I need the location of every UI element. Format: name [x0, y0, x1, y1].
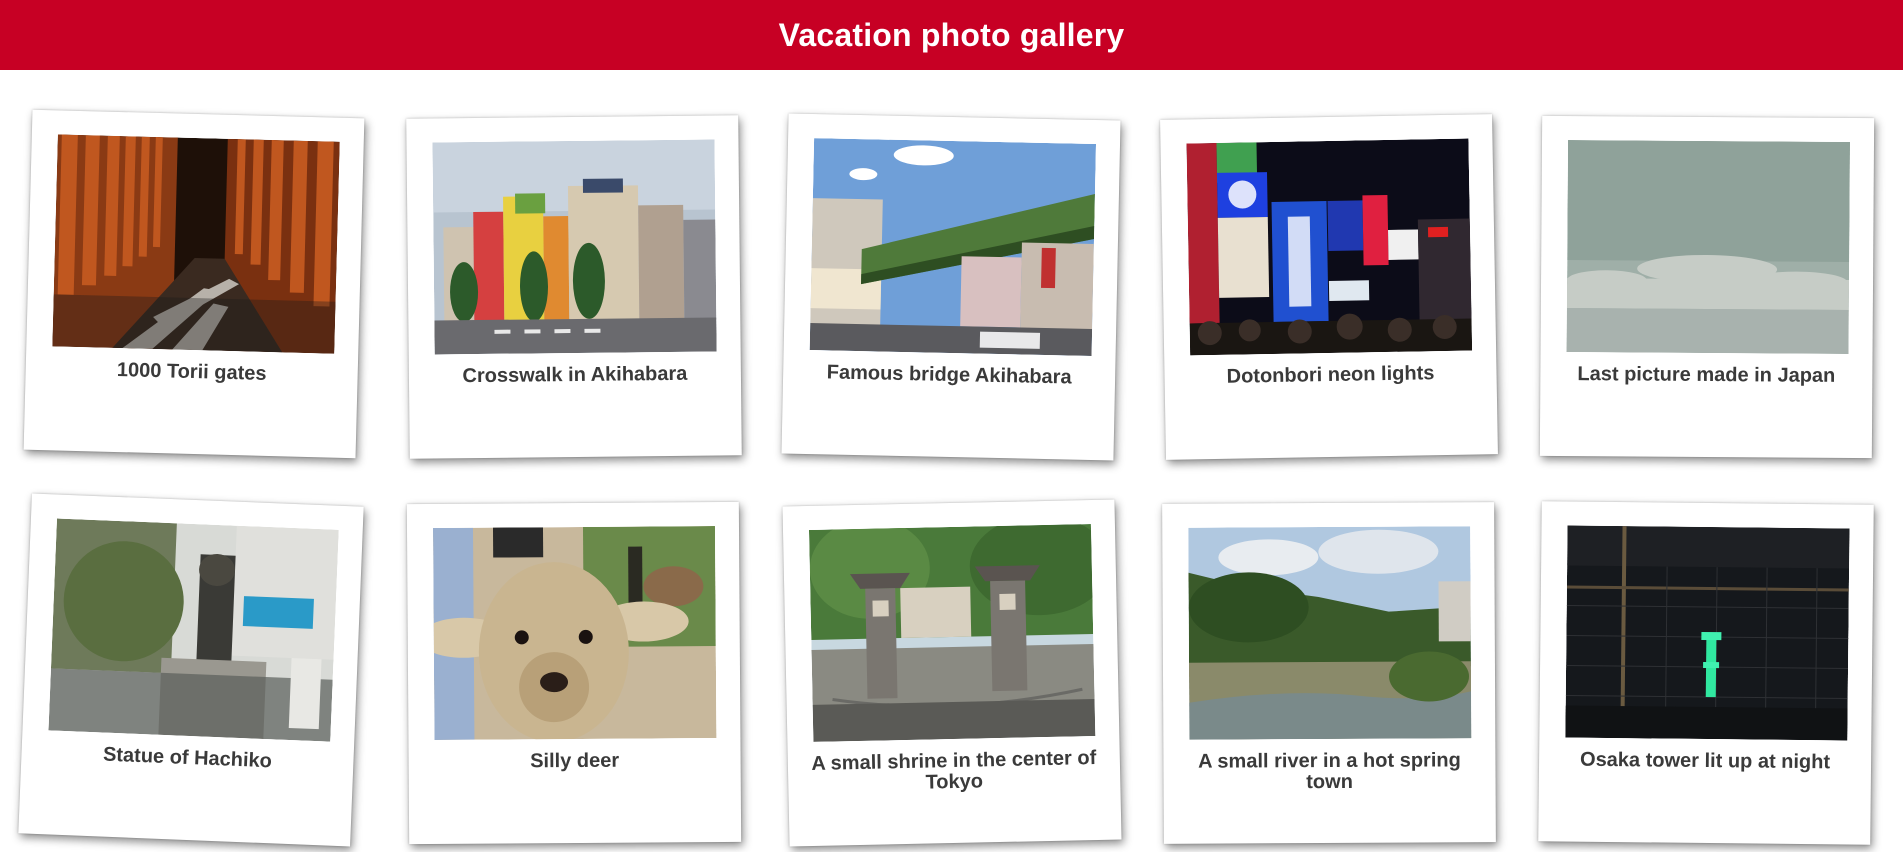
caption-dotonbori: Dotonbori neon lights — [1226, 362, 1435, 388]
gallery-card-osaka-tower[interactable]: Osaka tower lit up at night — [1538, 501, 1874, 845]
deer-photo — [432, 526, 717, 740]
gallery-card-crosswalk[interactable]: Crosswalk in Akihabara — [406, 115, 742, 459]
caption-shrine: A small shrine in the center of Tokyo — [811, 747, 1097, 794]
gallery-card-river[interactable]: A small river in a hot spring town — [1162, 502, 1496, 844]
akihabara-bridge-photo — [809, 138, 1097, 356]
osaka-tower-photo — [1565, 525, 1850, 741]
river-photo — [1188, 526, 1472, 740]
clouds-sea-photo — [1566, 140, 1851, 354]
page-header: Vacation photo gallery — [0, 0, 1903, 70]
gallery-card-hachiko[interactable]: Statue of Hachiko — [18, 493, 364, 847]
torii-gates-photo — [52, 134, 340, 354]
caption-hachiko: Statue of Hachiko — [102, 743, 273, 773]
gallery-card-dotonbori[interactable]: Dotonbori neon lights — [1160, 114, 1498, 460]
gallery-card-deer[interactable]: Silly deer — [406, 501, 742, 845]
caption-osaka-tower: Osaka tower lit up at night — [1579, 748, 1831, 774]
akihabara-crosswalk-photo — [432, 139, 717, 355]
caption-torii: 1000 Torii gates — [116, 359, 267, 385]
dotonbori-neon-photo — [1186, 138, 1473, 356]
hachiko-statue-photo — [48, 518, 339, 742]
page-title: Vacation photo gallery — [778, 16, 1125, 53]
caption-last-picture: Last picture made in Japan — [1577, 363, 1836, 387]
gallery-card-shrine[interactable]: A small shrine in the center of Tokyo — [782, 499, 1122, 847]
shrine-photo — [808, 524, 1096, 742]
gallery-card-torii[interactable]: 1000 Torii gates — [23, 109, 365, 459]
caption-deer: Silly deer — [530, 749, 620, 773]
caption-river: A small river in a hot spring town — [1198, 749, 1461, 794]
gallery-card-bridge[interactable]: Famous bridge Akihabara — [781, 113, 1121, 461]
gallery-card-last-picture[interactable]: Last picture made in Japan — [1539, 115, 1875, 459]
caption-bridge: Famous bridge Akihabara — [826, 361, 1072, 389]
caption-crosswalk: Crosswalk in Akihabara — [462, 362, 688, 388]
